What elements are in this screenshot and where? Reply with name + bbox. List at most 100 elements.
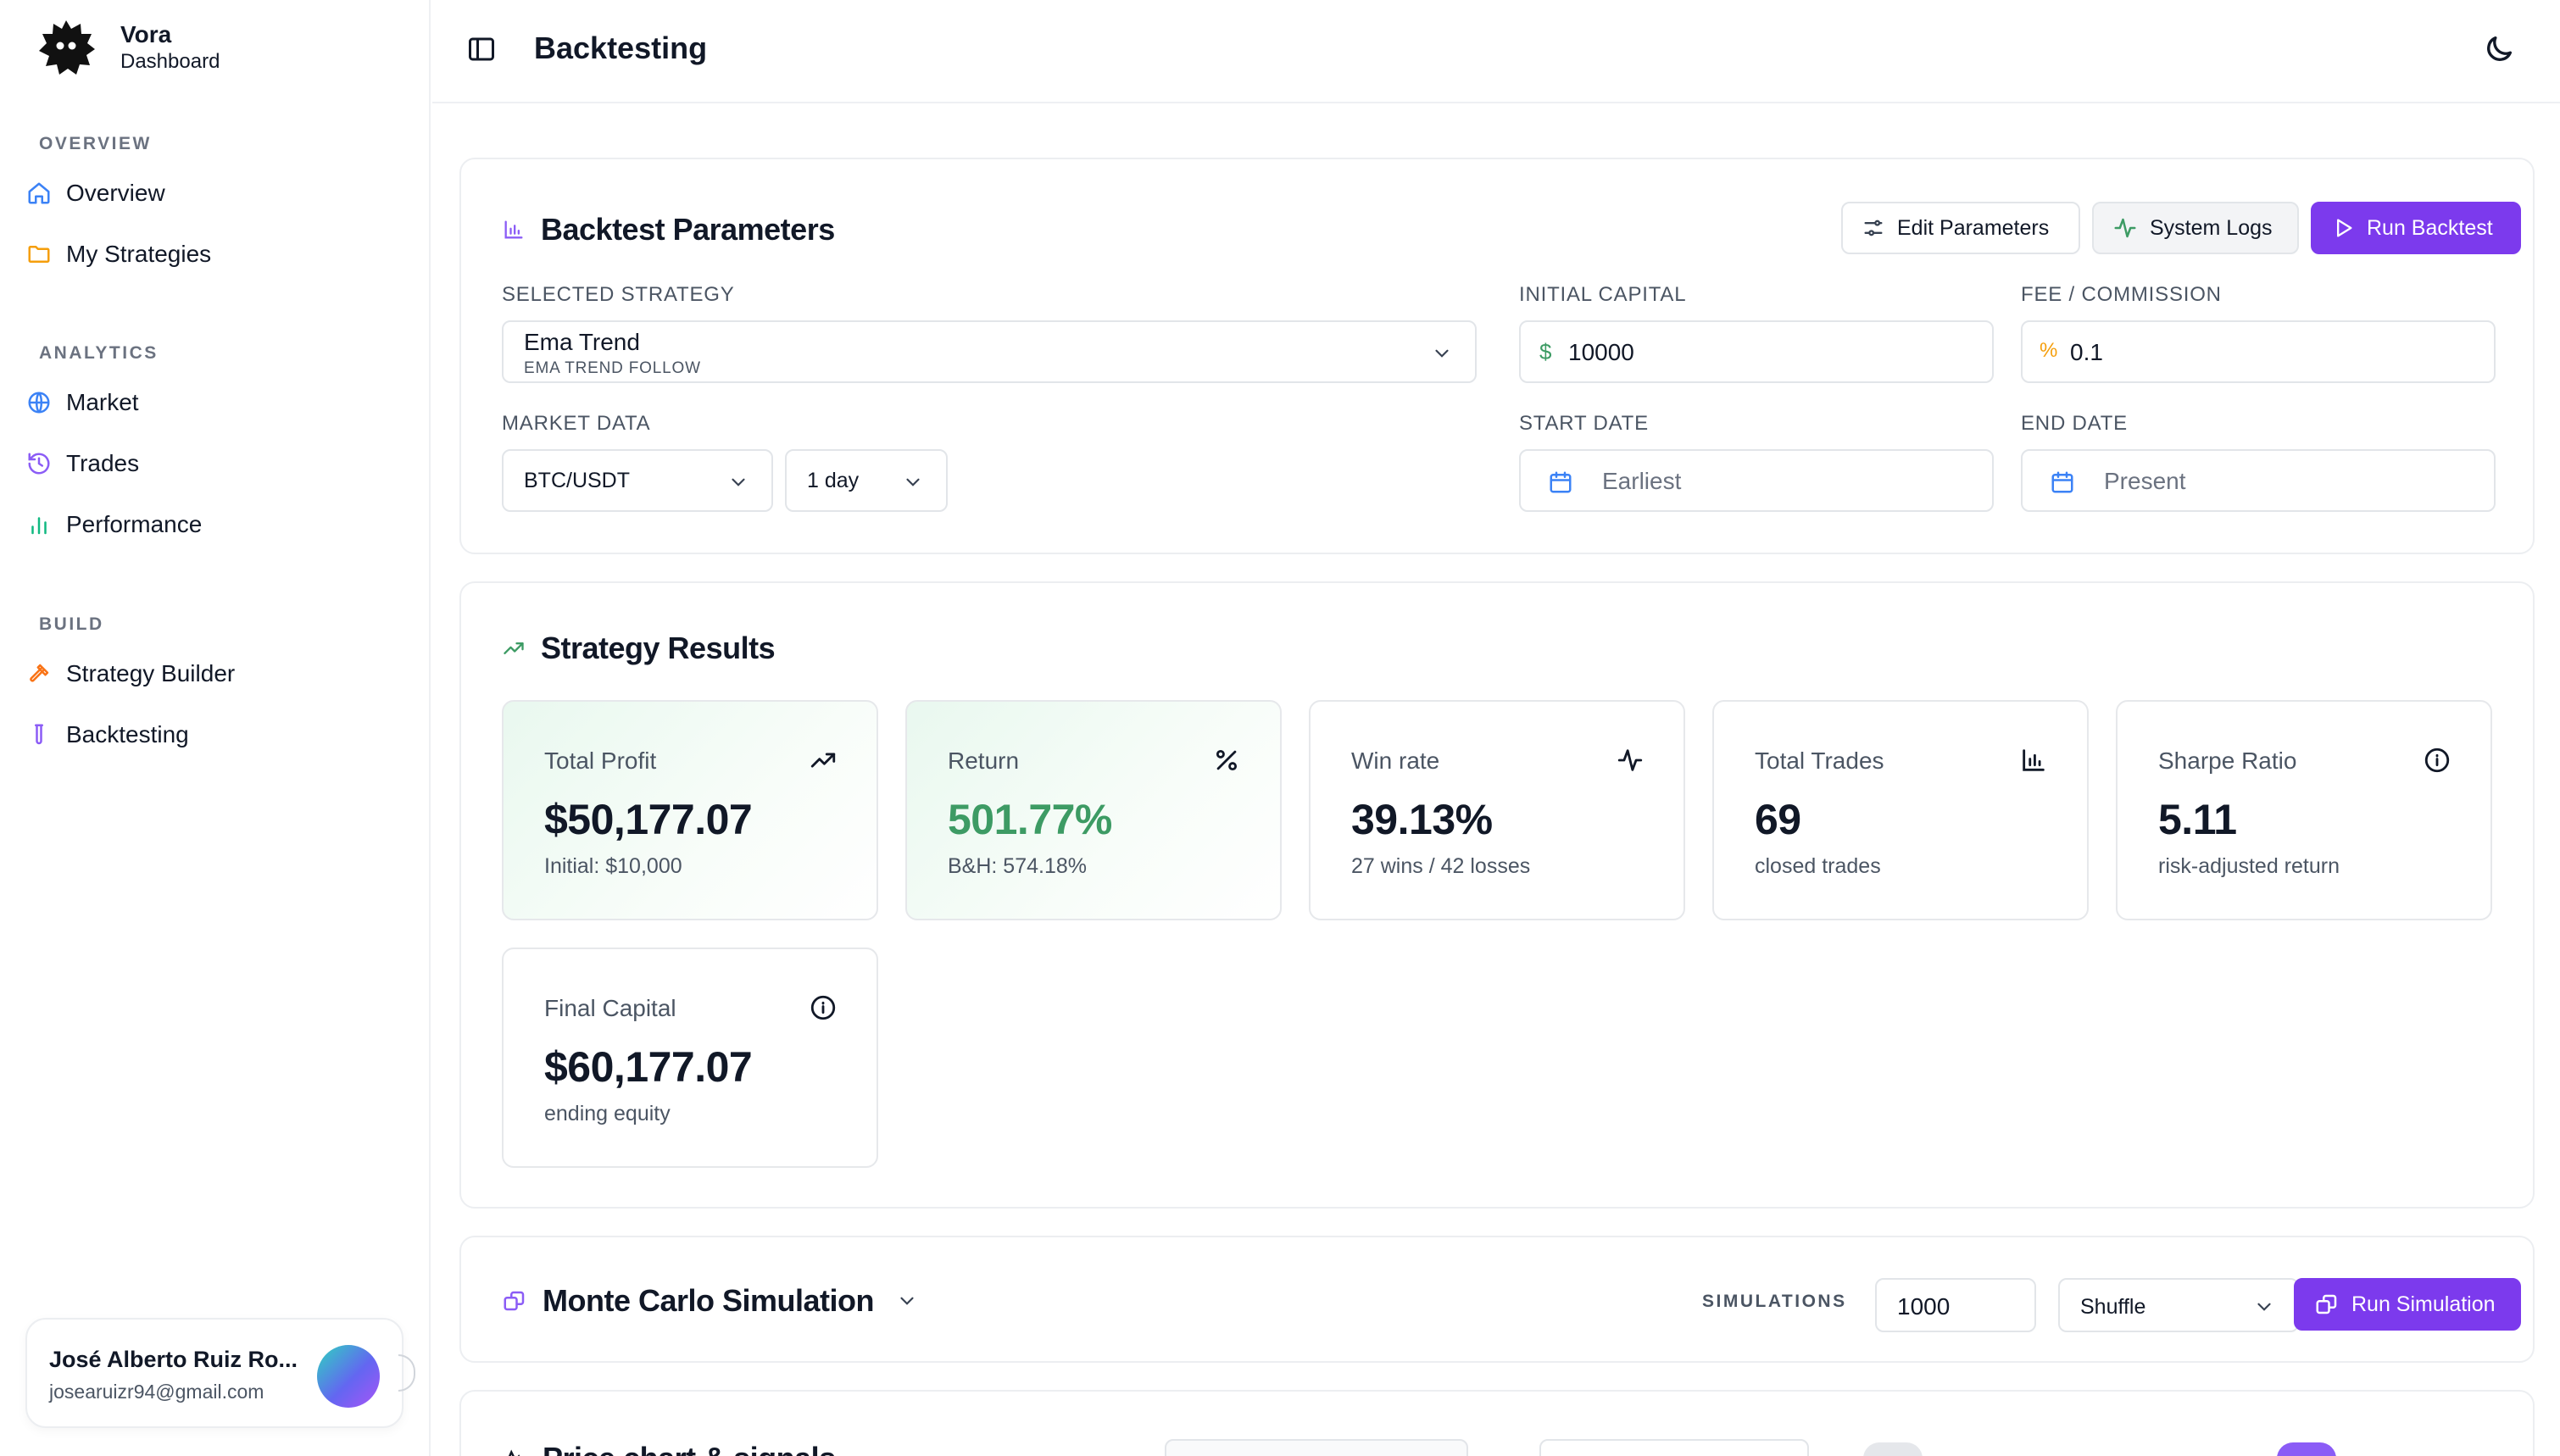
dice-icon bbox=[504, 1291, 525, 1311]
card-title: Backtest Parameters bbox=[541, 212, 835, 247]
method-select[interactable]: Shuffle bbox=[2058, 1278, 2299, 1332]
nav-section-overview: OVERVIEW Overview My Strategies bbox=[0, 131, 431, 279]
signal-counts-badge bbox=[1165, 1439, 1468, 1456]
dollar-icon: $ bbox=[1539, 339, 1552, 364]
initial-capital-input[interactable]: $ 10000 bbox=[1519, 320, 1994, 383]
strategy-results-card: Strategy Results Total Profit $50,177.07… bbox=[459, 581, 2535, 1209]
stat-card-win-rate: Win rate 39.13% 27 wins / 42 losses bbox=[1309, 700, 1685, 920]
user-card[interactable]: José Alberto Ruiz Ro... josearuizr94@gma… bbox=[25, 1318, 403, 1428]
stat-value: $60,177.07 bbox=[544, 1043, 753, 1091]
sidebar-item-label: Backtesting bbox=[66, 721, 189, 747]
sidebar-resize-handle[interactable] bbox=[398, 1354, 415, 1392]
method-value: Shuffle bbox=[2080, 1295, 2146, 1319]
sidebar-item-market[interactable]: Market bbox=[0, 378, 431, 427]
card-title: Strategy Results bbox=[541, 631, 776, 665]
sidebar-item-my-strategies[interactable]: My Strategies bbox=[0, 230, 431, 279]
indicator-badge bbox=[1539, 1439, 1809, 1456]
sidebar-item-trades[interactable]: Trades bbox=[0, 439, 431, 488]
monte-carlo-card: Monte Carlo Simulation SIMULATIONS 1000 … bbox=[459, 1236, 2535, 1363]
trending-up-icon bbox=[810, 753, 836, 768]
sidebar-item-label: Trades bbox=[66, 450, 140, 476]
sidebar-item-strategy-builder[interactable]: Strategy Builder bbox=[0, 649, 431, 698]
run-backtest-button[interactable]: Run Backtest bbox=[2311, 202, 2521, 254]
initial-capital-value: 10000 bbox=[1568, 339, 1634, 365]
sidebar-item-label: Performance bbox=[66, 511, 203, 537]
stat-sub: closed trades bbox=[1755, 854, 1881, 878]
moon-icon[interactable] bbox=[2482, 32, 2516, 66]
stat-sub: ending equity bbox=[544, 1102, 671, 1125]
stat-label: Win rate bbox=[1351, 747, 1440, 774]
start-date-label: START DATE bbox=[1519, 412, 1649, 435]
brand[interactable]: Vora Dashboard bbox=[37, 19, 220, 76]
sidebar-item-backtesting[interactable]: Backtesting bbox=[0, 710, 431, 759]
stat-card-final-capital: Final Capital $60,177.07 ending equity bbox=[502, 948, 878, 1168]
stat-label: Final Capital bbox=[544, 995, 676, 1021]
chevron-down-icon bbox=[2257, 1303, 2271, 1311]
sliders-icon bbox=[1864, 220, 1883, 236]
fee-value: 0.1 bbox=[2070, 339, 2103, 365]
edit-parameters-button[interactable]: Edit Parameters bbox=[1841, 202, 2080, 254]
stat-value: $50,177.07 bbox=[544, 796, 753, 843]
end-date-label: END DATE bbox=[2021, 412, 2128, 435]
strategy-name: Ema Trend bbox=[524, 329, 640, 355]
nav-heading: OVERVIEW bbox=[39, 134, 152, 153]
nav-section-build: BUILD Strategy Builder Backtesting bbox=[0, 612, 431, 759]
stat-value: 5.11 bbox=[2158, 796, 2237, 843]
system-logs-button[interactable]: System Logs bbox=[2092, 202, 2299, 254]
info-icon[interactable] bbox=[2423, 746, 2451, 775]
card-title: Monte Carlo Simulation bbox=[543, 1283, 875, 1318]
bar-chart-icon bbox=[25, 511, 53, 538]
run-simulation-label: Run Simulation bbox=[2351, 1292, 2496, 1316]
run-simulation-button[interactable]: Run Simulation bbox=[2294, 1278, 2521, 1331]
bar-chart-icon bbox=[504, 220, 523, 239]
sidebar-item-label: Market bbox=[66, 389, 139, 415]
home-icon bbox=[25, 180, 53, 207]
globe-icon bbox=[25, 389, 53, 416]
sidebar-item-performance[interactable]: Performance bbox=[0, 500, 431, 549]
sidebar-toggle-icon[interactable] bbox=[466, 34, 497, 64]
nav-heading: ANALYTICS bbox=[39, 343, 159, 363]
edit-parameters-label: Edit Parameters bbox=[1897, 215, 2050, 240]
interval-value: 1 day bbox=[807, 469, 860, 492]
show-indicator-signals-toggle[interactable] bbox=[1863, 1442, 1923, 1456]
hammer-icon bbox=[25, 660, 53, 687]
test-tube-icon bbox=[25, 721, 53, 748]
chevron-down-icon[interactable] bbox=[896, 1290, 918, 1312]
fee-input[interactable]: % 0.1 bbox=[2021, 320, 2496, 383]
sidebar-item-overview[interactable]: Overview bbox=[0, 169, 431, 218]
page-title: Backtesting bbox=[534, 31, 708, 65]
strategy-select[interactable]: Ema Trend EMA TREND FOLLOW bbox=[502, 320, 1477, 383]
stat-sub: B&H: 574.18% bbox=[948, 854, 1087, 878]
chevron-down-icon bbox=[732, 478, 745, 486]
nav-section-analytics: ANALYTICS Market Trades Performance bbox=[0, 341, 431, 549]
sidebar-item-label: Strategy Builder bbox=[66, 660, 236, 686]
initial-capital-label: INITIAL CAPITAL bbox=[1519, 283, 1687, 306]
end-date-input[interactable]: Present bbox=[2021, 449, 2496, 512]
pair-value: BTC/USDT bbox=[524, 469, 630, 492]
card-header[interactable]: Monte Carlo Simulation bbox=[502, 1283, 918, 1319]
stat-sub: 27 wins / 42 losses bbox=[1351, 854, 1531, 878]
info-icon[interactable] bbox=[809, 993, 838, 1022]
card-header: Strategy Results bbox=[502, 631, 776, 666]
avatar[interactable] bbox=[317, 1345, 380, 1408]
simulations-input[interactable]: 1000 bbox=[1875, 1278, 2036, 1332]
main-content: Backtest Parameters Edit Parameters Syst… bbox=[432, 103, 2560, 1456]
stat-value: 501.77% bbox=[948, 796, 1112, 843]
end-date-placeholder: Present bbox=[2104, 468, 2186, 494]
simulations-value: 1000 bbox=[1897, 1293, 1951, 1320]
chevron-down-icon bbox=[1435, 349, 1449, 358]
price-chart-card: Price chart & signals bbox=[459, 1390, 2535, 1456]
percent-icon: % bbox=[2040, 339, 2058, 362]
fee-label: FEE / COMMISSION bbox=[2021, 283, 2222, 306]
bar-chart-icon bbox=[2023, 749, 2045, 771]
start-date-input[interactable]: Earliest bbox=[1519, 449, 1994, 512]
show-details-toggle[interactable] bbox=[2277, 1442, 2336, 1456]
start-date-placeholder: Earliest bbox=[1602, 468, 1682, 494]
interval-select[interactable]: 1 day bbox=[785, 449, 948, 512]
backtest-parameters-card: Backtest Parameters Edit Parameters Syst… bbox=[459, 158, 2535, 554]
user-name: José Alberto Ruiz Ro... bbox=[49, 1347, 298, 1372]
pair-select[interactable]: BTC/USDT bbox=[502, 449, 773, 512]
play-icon bbox=[2337, 219, 2352, 237]
strategy-subtitle: EMA TREND FOLLOW bbox=[524, 359, 701, 377]
stat-label: Return bbox=[948, 747, 1020, 774]
